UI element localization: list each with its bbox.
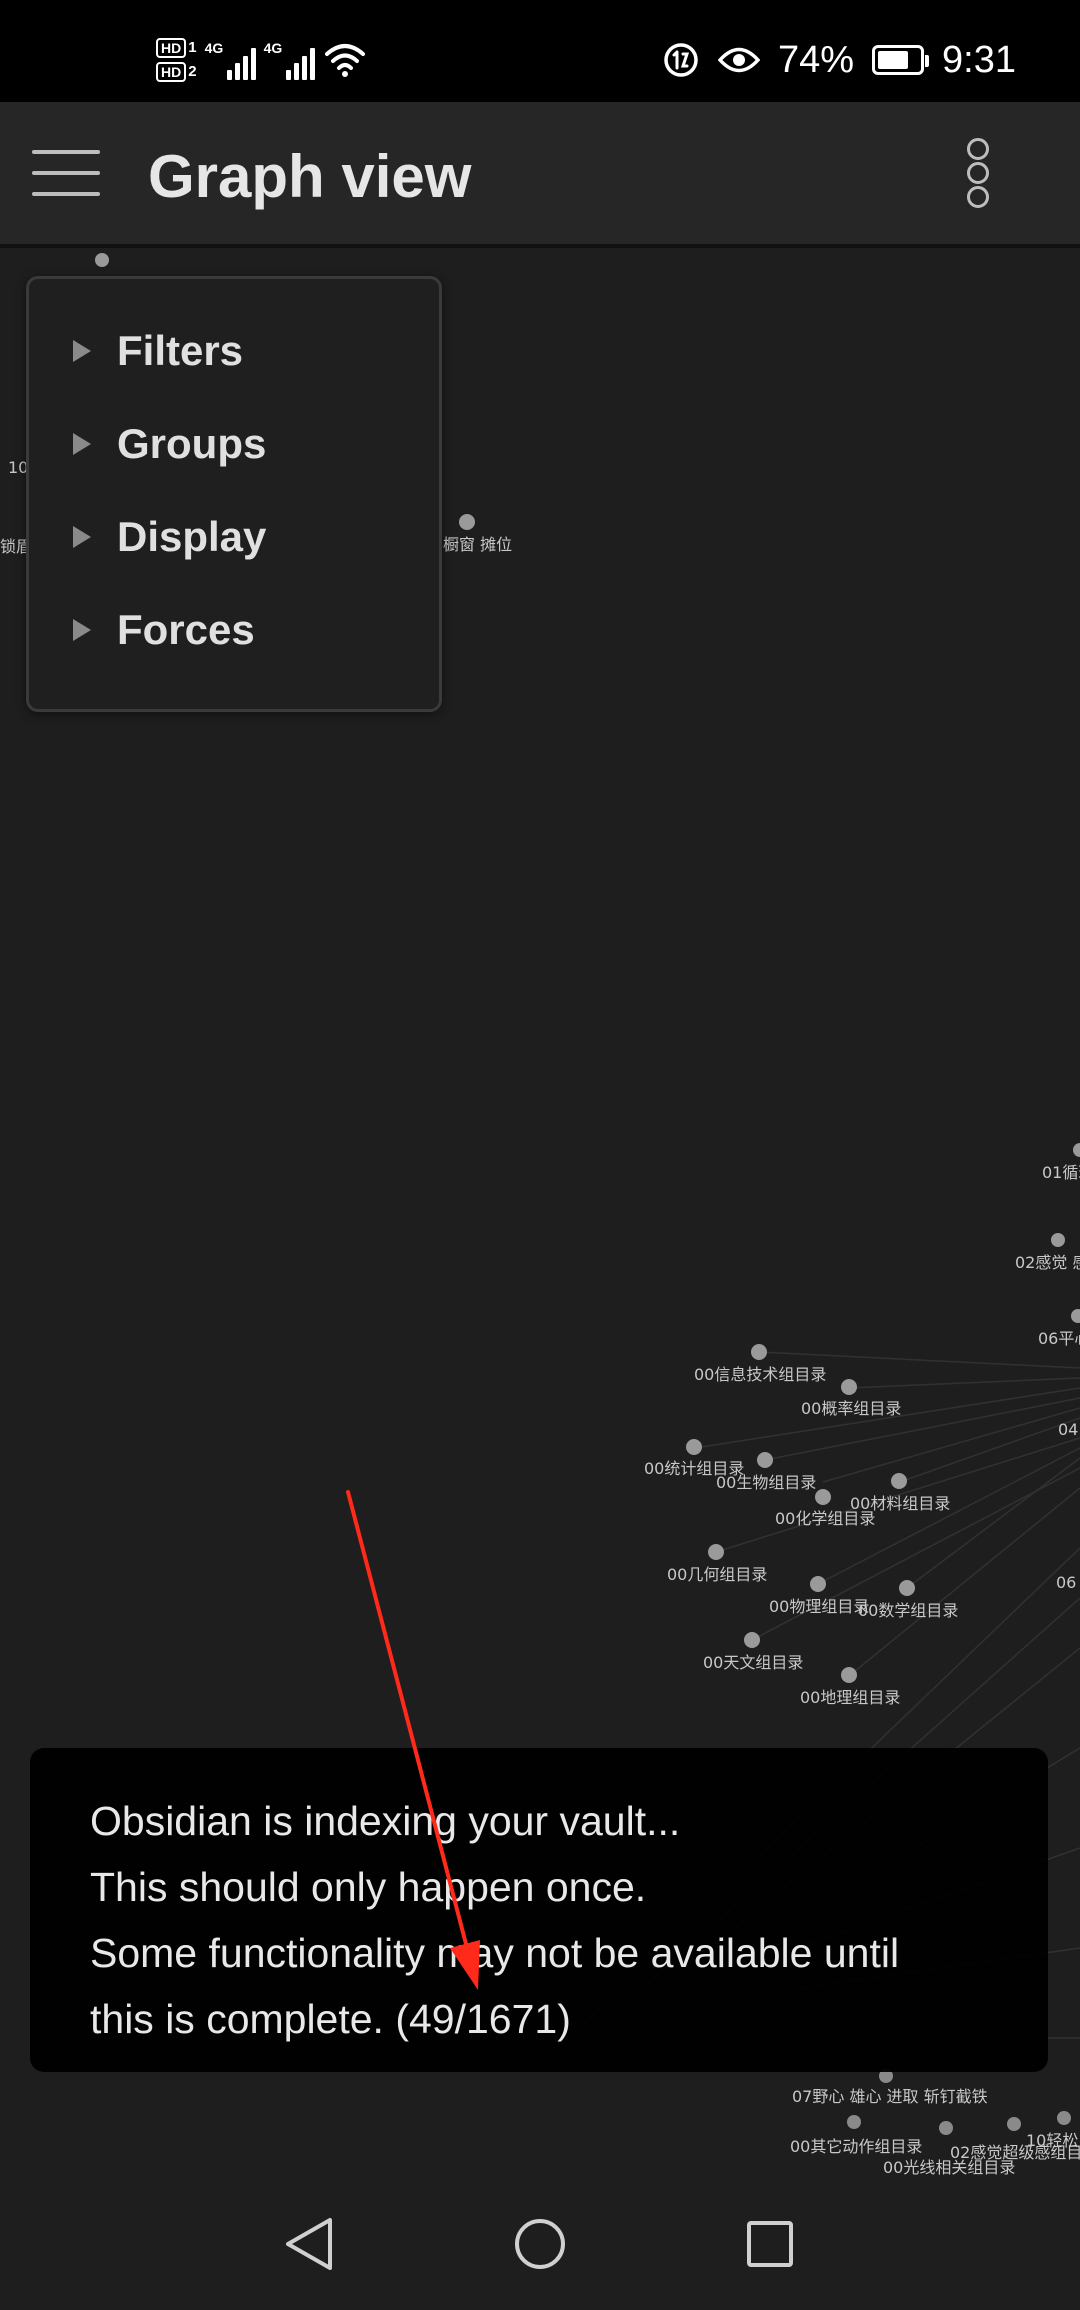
node-label: 07野心 雄心 进取 斩钉截铁 bbox=[792, 2087, 988, 2106]
node-label: 00光线相关组目录 bbox=[883, 2158, 1015, 2177]
hamburger-icon[interactable] bbox=[32, 148, 100, 198]
graph-node[interactable]: 橱窗 摊位 bbox=[443, 514, 512, 554]
clock: 9:31 bbox=[942, 38, 1016, 81]
notice-line: Obsidian is indexing your vault... bbox=[90, 1798, 681, 1844]
graph-node[interactable]: 00信息技术组目录 bbox=[694, 1344, 826, 1384]
graph-node[interactable]: 00几何组目录 bbox=[667, 1544, 767, 1584]
network-type-label: 4G bbox=[263, 40, 283, 56]
graph-node[interactable] bbox=[95, 253, 109, 267]
graph-node[interactable]: 00概率组目录 bbox=[801, 1379, 901, 1418]
node-label: 10轻松 bbox=[1026, 2131, 1078, 2150]
status-bar-left: HD 1 HD 2 4G 4G bbox=[156, 28, 367, 92]
eye-comfort-icon bbox=[717, 47, 760, 73]
node-label: 06 bbox=[1056, 1573, 1076, 1592]
node-label: 00几何组目录 bbox=[667, 1565, 767, 1584]
notice-line: This should only happen once. bbox=[90, 1864, 647, 1910]
graph-node[interactable]: 06 bbox=[1056, 1573, 1076, 1592]
graph-node[interactable]: 01循环 bbox=[1042, 1143, 1080, 1182]
battery-percent: 74% bbox=[777, 38, 855, 81]
node-label: 00概率组目录 bbox=[801, 1399, 901, 1418]
graph-node[interactable]: 10轻松 bbox=[1026, 2111, 1078, 2150]
node-label: 04 bbox=[1058, 1420, 1078, 1439]
node-label: 00天文组目录 bbox=[703, 1653, 803, 1672]
status-bar-right: 74% 9:31 bbox=[662, 28, 1016, 92]
control-section-label: Forces bbox=[117, 606, 255, 653]
navigation-bar bbox=[0, 2178, 1080, 2310]
graph-node[interactable]: 00物理组目录 bbox=[769, 1576, 869, 1616]
graph-node[interactable]: 06平心 bbox=[1038, 1309, 1080, 1348]
app-header: Graph view bbox=[0, 102, 1080, 248]
node-label: 橱窗 摊位 bbox=[443, 535, 512, 554]
wifi-icon bbox=[324, 44, 365, 77]
hd-badge: HD bbox=[156, 62, 187, 82]
expand-triangle-icon bbox=[73, 340, 91, 362]
control-section-label: Filters bbox=[117, 327, 244, 374]
graph-node[interactable]: 02感觉 感 bbox=[1015, 1233, 1080, 1272]
sim1-indicator: HD 1 bbox=[156, 38, 197, 58]
data-saver-icon bbox=[664, 43, 698, 77]
control-section-label: Display bbox=[117, 513, 267, 560]
graph-control-panel: Filters Groups Display Forces bbox=[26, 276, 442, 712]
recents-square-icon[interactable] bbox=[738, 2212, 802, 2276]
node-label: 00信息技术组目录 bbox=[694, 1365, 826, 1384]
graph-node[interactable]: 00地理组目录 bbox=[800, 1667, 900, 1707]
indexing-notice[interactable]: Obsidian is indexing your vault... This … bbox=[30, 1748, 1048, 2072]
signal-icon: 4G bbox=[205, 40, 256, 80]
battery-fill bbox=[878, 51, 908, 69]
sim1-number: 1 bbox=[188, 39, 197, 56]
network-type-label: 4G bbox=[204, 40, 224, 56]
more-vertical-icon[interactable] bbox=[966, 138, 990, 208]
graph-node[interactable]: 00其它动作组目录 bbox=[790, 2115, 922, 2156]
expand-triangle-icon bbox=[73, 433, 91, 455]
control-section-display[interactable]: Display bbox=[73, 507, 266, 567]
notice-line: this is complete. (49/1671) bbox=[90, 1996, 571, 2042]
hd-badge: HD bbox=[156, 38, 187, 58]
status-bar: HD 1 HD 2 4G 4G 74% 9:31 bbox=[0, 0, 1080, 102]
notice-line: Some functionality may not be available … bbox=[90, 1930, 900, 1976]
graph-node[interactable]: 07野心 雄心 进取 斩钉截铁 bbox=[792, 2069, 988, 2106]
expand-triangle-icon bbox=[73, 619, 91, 641]
node-label: 06平心 bbox=[1038, 1329, 1080, 1348]
control-section-groups[interactable]: Groups bbox=[73, 414, 266, 474]
node-label: 00地理组目录 bbox=[800, 1688, 900, 1707]
signal-icon: 4G bbox=[264, 40, 315, 80]
sim2-indicator: HD 2 bbox=[156, 62, 197, 82]
control-section-forces[interactable]: Forces bbox=[73, 600, 255, 660]
node-label: 01循环 bbox=[1042, 1163, 1080, 1182]
sim-indicators: HD 1 HD 2 bbox=[156, 38, 197, 82]
page-title: Graph view bbox=[148, 143, 472, 210]
battery-icon bbox=[872, 45, 930, 75]
graph-node[interactable]: 00天文组目录 bbox=[703, 1632, 803, 1672]
node-label: 00化学组目录 bbox=[775, 1509, 875, 1528]
graph-node[interactable]: 04 bbox=[1058, 1420, 1078, 1439]
node-label: 02感觉 感 bbox=[1015, 1253, 1080, 1272]
control-section-label: Groups bbox=[117, 420, 267, 467]
back-triangle-icon[interactable] bbox=[278, 2212, 342, 2276]
node-label: 00数学组目录 bbox=[858, 1601, 958, 1620]
node-label: 00其它动作组目录 bbox=[790, 2137, 922, 2156]
node-label: 00生物组目录 bbox=[716, 1473, 816, 1492]
control-section-filters[interactable]: Filters bbox=[73, 321, 243, 381]
home-circle-icon[interactable] bbox=[508, 2212, 572, 2276]
sim2-number: 2 bbox=[188, 63, 197, 80]
node-label: 00物理组目录 bbox=[769, 1597, 869, 1616]
expand-triangle-icon bbox=[73, 526, 91, 548]
graph-node[interactable]: 00材料组目录 bbox=[850, 1473, 950, 1513]
